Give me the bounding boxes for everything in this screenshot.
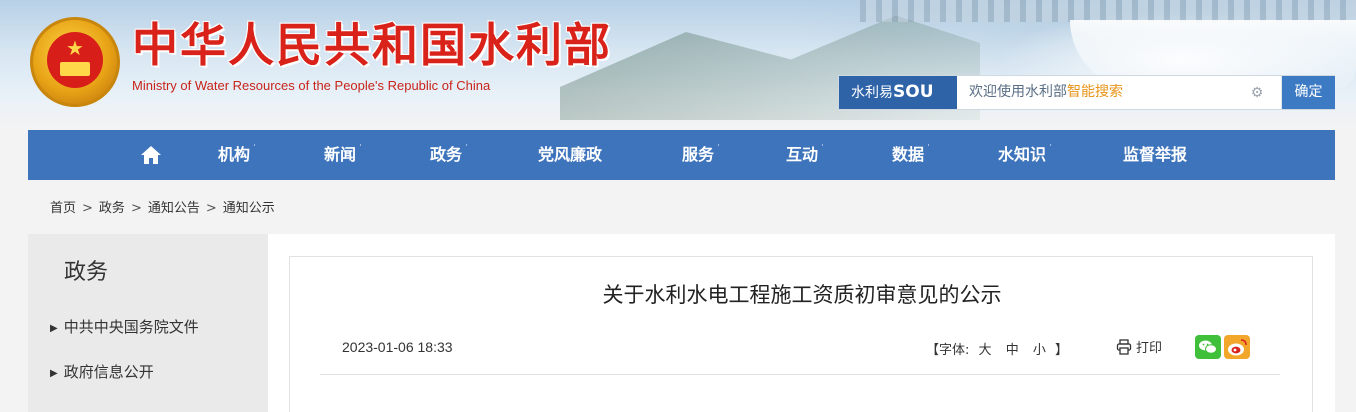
- nav-item-dangfeng[interactable]: 党风廉政: [538, 130, 602, 180]
- site-title[interactable]: 中华人民共和国水利部: [132, 18, 612, 72]
- article-title: 关于水利水电工程施工资质初审意见的公示: [602, 283, 1002, 307]
- search-settings-icon[interactable]: ⚙: [1249, 85, 1265, 101]
- national-emblem-icon[interactable]: ★: [30, 17, 120, 107]
- search-input[interactable]: [957, 76, 1277, 109]
- article-card: 关于水利水电工程施工资质初审意见的公示 2023-01-06 18:33 【字体…: [289, 256, 1313, 412]
- printer-icon: [1116, 339, 1132, 355]
- article-date: 2023-01-06 18:33: [342, 339, 453, 355]
- breadcrumb-tongzhigonggao[interactable]: 通知公告: [148, 201, 200, 216]
- sidebar-arrow-icon: ▶: [50, 323, 58, 334]
- breadcrumb-separator: >: [82, 201, 93, 216]
- font-size-small[interactable]: 小: [1033, 343, 1046, 358]
- font-size-large[interactable]: 大: [979, 343, 992, 358]
- nav-item-shuju[interactable]: 数据 ˙: [892, 130, 931, 180]
- main-nav: 机构 ˙ 新闻 ˙ 政务 ˙ 党风廉政 服务 ˙ 互动 ˙ 数据 ˙ 水知识 ˙ 监督举报: [28, 130, 1335, 180]
- nav-item-jigou[interactable]: 机构 ˙: [218, 130, 257, 180]
- sidebar-title: 政务: [64, 260, 109, 285]
- weibo-icon: [1228, 339, 1247, 356]
- breadcrumb-tongzhigongshi[interactable]: 通知公示: [223, 201, 275, 216]
- font-size-control: 【字体: 大 中 小 】: [926, 343, 1069, 358]
- wechat-icon: [1199, 340, 1217, 354]
- sidebar-item-xinxi-gongkai[interactable]: ▶ 政府信息公开: [50, 361, 154, 382]
- nav-home[interactable]: [140, 130, 170, 180]
- home-icon: [141, 146, 161, 164]
- site-subtitle: Ministry of Water Resources of the Peopl…: [132, 78, 491, 93]
- weibo-share-button[interactable]: [1224, 335, 1250, 359]
- search-brand-prefix: 水利易: [851, 85, 893, 101]
- article-divider: [320, 374, 1280, 375]
- print-button[interactable]: 打印: [1116, 337, 1162, 356]
- breadcrumb-separator: >: [205, 201, 217, 216]
- sidebar: 政务 ▶ 中共中央国务院文件 ▶ 政府信息公开: [28, 234, 268, 412]
- breadcrumb-home[interactable]: 首页: [50, 201, 76, 216]
- search-confirm-button[interactable]: 确定: [1281, 76, 1335, 109]
- sidebar-item-zhongyang-wenjian[interactable]: ▶ 中共中央国务院文件: [50, 316, 199, 337]
- breadcrumb-separator: >: [130, 201, 142, 216]
- wechat-share-button[interactable]: [1195, 335, 1221, 359]
- breadcrumb: 首页 > 政务 > 通知公告 > 通知公示: [50, 198, 275, 220]
- search-brand-sou: SOU: [893, 82, 934, 102]
- search-brand: 水利易SOU: [839, 76, 957, 109]
- nav-item-jiandu[interactable]: 监督举报: [1123, 130, 1187, 180]
- nav-item-zhengwu[interactable]: 政务 ˙: [430, 130, 469, 180]
- font-size-medium[interactable]: 中: [1006, 343, 1019, 358]
- breadcrumb-zhengwu[interactable]: 政务: [99, 201, 125, 216]
- sidebar-arrow-icon: ▶: [50, 368, 58, 379]
- nav-item-xinwen[interactable]: 新闻 ˙: [324, 130, 363, 180]
- nav-item-hudong[interactable]: 互动 ˙: [786, 130, 825, 180]
- search-bar: 水利易SOU 欢迎使用水利部智能搜索 ⚙ 确定: [838, 75, 1335, 110]
- site-header: ★ 中华人民共和国水利部 Ministry of Water Resources…: [0, 0, 1356, 130]
- nav-item-fuwu[interactable]: 服务 ˙: [682, 130, 721, 180]
- main-panel: 关于水利水电工程施工资质初审意见的公示 2023-01-06 18:33 【字体…: [268, 234, 1335, 412]
- header-dam-background: [860, 0, 1356, 22]
- nav-item-shuizhishi[interactable]: 水知识 ˙: [998, 130, 1053, 180]
